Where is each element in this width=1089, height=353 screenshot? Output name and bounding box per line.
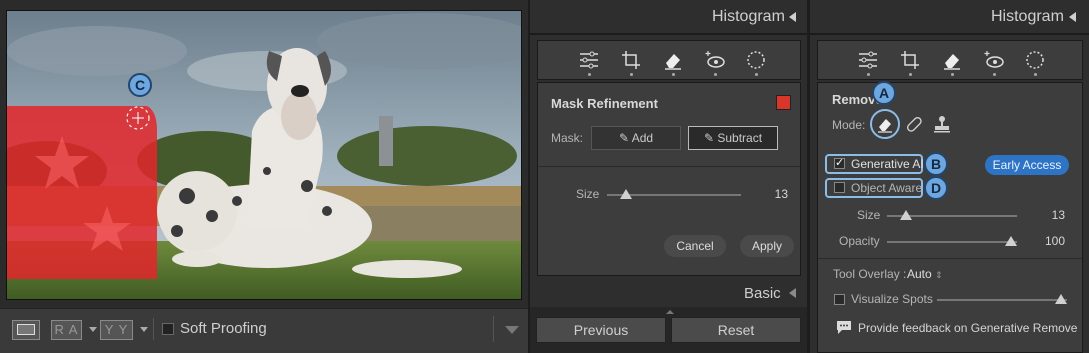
bandage-heal-icon[interactable] — [903, 113, 925, 135]
feedback-icon[interactable] — [836, 320, 852, 335]
before-after-ra-button[interactable]: R A — [51, 320, 82, 340]
chevron-down-icon[interactable] — [89, 327, 97, 332]
tool-indicator-dot — [755, 73, 758, 76]
tool-overlay-value: Auto — [907, 267, 932, 281]
eraser-icon — [878, 119, 892, 133]
toolbar-menu-chevron-icon[interactable] — [505, 326, 519, 334]
generative-ai-checkbox[interactable]: ✓ — [834, 158, 845, 169]
mask-add-button[interactable]: ✎ Add — [591, 126, 681, 150]
histogram-header[interactable]: Histogram — [991, 8, 1064, 26]
tool-indicator-dot — [672, 73, 675, 76]
callout-b: B — [924, 152, 948, 176]
visualize-spots-slider-track[interactable] — [937, 299, 1067, 301]
brush-minus-icon: ✎ — [703, 131, 714, 145]
histogram-header[interactable]: Histogram — [712, 8, 785, 26]
tool-indicator-dot — [588, 73, 591, 76]
select-arrows-icon: ⇕ — [935, 270, 943, 280]
photo-canvas[interactable] — [6, 10, 522, 300]
mask-add-label: Add — [631, 131, 654, 145]
previous-button[interactable]: Previous — [536, 317, 666, 343]
reset-button[interactable]: Reset — [671, 317, 801, 343]
mask-subtract-label: Subtract — [717, 131, 763, 145]
callout-a: A — [872, 81, 896, 105]
visualize-spots-label: Visualize Spots — [851, 292, 933, 306]
mode-remove-highlight[interactable] — [870, 109, 900, 139]
mask-refinement-title: Mask Refinement — [551, 96, 658, 111]
clone-stamp-icon[interactable] — [931, 113, 953, 135]
apply-button[interactable]: Apply — [740, 235, 794, 257]
cancel-button[interactable]: Cancel — [664, 235, 726, 257]
divider — [538, 166, 800, 167]
collapse-triangle-icon[interactable] — [1069, 12, 1076, 22]
crop-icon[interactable] — [899, 49, 921, 71]
loupe-icon — [17, 324, 35, 335]
opacity-value[interactable]: 100 — [1035, 234, 1065, 248]
callout-c: C — [128, 73, 152, 97]
mode-label: Mode: — [832, 118, 866, 132]
toolbar-divider — [493, 316, 494, 342]
before-after-yy-button[interactable]: Y Y — [100, 320, 133, 340]
loupe-view-button[interactable] — [12, 320, 40, 340]
dog-photo — [7, 11, 521, 299]
eraser-icon[interactable] — [662, 49, 684, 71]
feedback-link[interactable]: Provide feedback on Generative Remove — [858, 321, 1077, 335]
opacity-slider-track[interactable] — [887, 241, 1017, 243]
collapse-triangle-icon[interactable] — [789, 12, 796, 22]
tool-indicator-dot — [630, 73, 633, 76]
visualize-spots-slider-thumb[interactable] — [1055, 294, 1067, 304]
object-aware-label: Object Aware — [851, 181, 923, 195]
brush-plus-icon: ✎ — [618, 131, 630, 145]
tool-indicator-dot — [909, 73, 912, 76]
mask-color-swatch[interactable] — [776, 95, 791, 110]
tool-indicator-dot — [867, 73, 870, 76]
generative-ai-label: Generative AI — [851, 157, 924, 171]
size-slider-thumb[interactable] — [620, 189, 632, 199]
tool-indicator-dot — [1034, 73, 1037, 76]
masking-icon[interactable] — [1024, 49, 1046, 71]
soft-proofing-checkbox[interactable] — [162, 323, 174, 335]
size-value[interactable]: 13 — [758, 187, 788, 201]
tool-overlay-label: Tool Overlay : — [833, 267, 907, 281]
tool-indicator-dot — [714, 73, 717, 76]
size-value[interactable]: 13 — [1035, 208, 1065, 222]
sliders-icon[interactable] — [578, 49, 600, 71]
toolbar-divider — [153, 318, 154, 340]
eraser-icon[interactable] — [941, 49, 963, 71]
size-slider-thumb[interactable] — [900, 210, 912, 220]
tool-indicator-dot — [951, 73, 954, 76]
sliders-icon[interactable] — [857, 49, 879, 71]
red-eye-icon[interactable] — [704, 49, 726, 71]
size-label: Size — [576, 187, 600, 201]
visualize-spots-checkbox[interactable] — [834, 294, 845, 305]
mask-label: Mask: — [551, 131, 584, 145]
divider — [810, 33, 1089, 35]
tool-indicator-dot — [993, 73, 996, 76]
tool-overlay-select[interactable]: Auto ⇕ — [907, 267, 943, 281]
soft-proofing-label: Soft Proofing — [180, 320, 267, 337]
size-label: Size — [857, 208, 881, 222]
chevron-up-icon[interactable] — [666, 310, 674, 314]
red-eye-icon[interactable] — [983, 49, 1005, 71]
callout-d: D — [924, 176, 948, 200]
opacity-slider-thumb[interactable] — [1005, 236, 1017, 246]
early-access-button[interactable]: Early Access — [985, 155, 1069, 175]
divider — [818, 258, 1082, 259]
object-aware-checkbox[interactable] — [834, 182, 845, 193]
opacity-label: Opacity — [839, 234, 880, 248]
mask-subtract-button[interactable]: ✎ Subtract — [688, 126, 778, 150]
collapse-triangle-icon[interactable] — [789, 288, 796, 298]
divider — [530, 33, 807, 35]
masking-icon[interactable] — [745, 49, 767, 71]
chevron-down-icon[interactable] — [140, 327, 148, 332]
crop-icon[interactable] — [620, 49, 642, 71]
basic-panel-header[interactable]: Basic — [744, 285, 781, 302]
